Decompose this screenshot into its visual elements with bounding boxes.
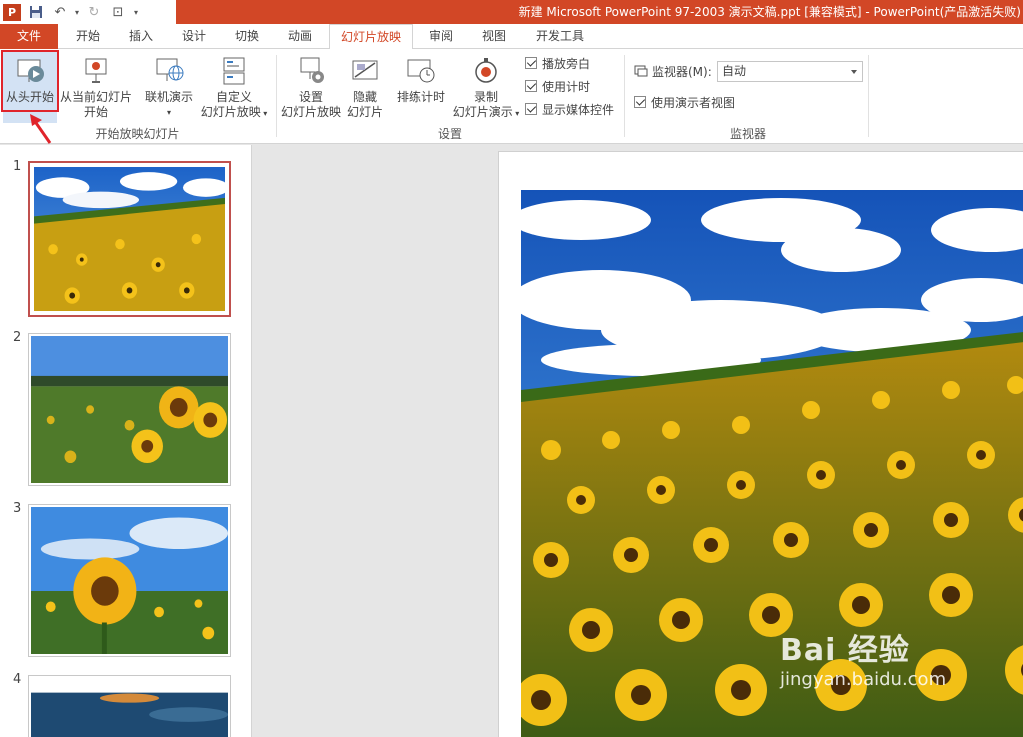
record-slideshow-button[interactable]: 录制 幻灯片演示 ▾ [450, 51, 522, 123]
tab-slideshow[interactable]: 幻灯片放映 [329, 24, 413, 50]
rehearse-timings-label: 排练计时 [396, 90, 445, 104]
quick-access-toolbar: P ↶ ▾ ↻ ⊡ ▾ [0, 0, 142, 24]
hide-slide-label-1: 隐藏 [352, 90, 377, 104]
group-divider [276, 55, 277, 137]
tab-home[interactable]: 开始 [63, 24, 113, 49]
custom-slideshow-icon [218, 55, 250, 87]
setup-slideshow-button[interactable]: 设置 幻灯片放映 [280, 51, 342, 123]
monitor-group-label: 监视器 [729, 127, 766, 141]
setup-slideshow-icon [295, 55, 327, 87]
title-bar: P ↶ ▾ ↻ ⊡ ▾ 新建 Microsoft PowerPoint 97-2… [0, 0, 1023, 24]
setup-slideshow-label-1: 设置 [298, 90, 323, 104]
record-label-1: 录制 [473, 90, 498, 104]
record-label-2: 幻灯片演示 ▾ [452, 105, 520, 119]
play-narrations-checkbox[interactable]: 播放旁白 [525, 54, 590, 72]
custom-slideshow-label-2: 幻灯片放映 ▾ [200, 105, 268, 119]
slide-thumbnail-2[interactable] [28, 333, 231, 486]
record-icon [470, 55, 502, 87]
sunflower-field-image [521, 190, 1023, 737]
monitor-select[interactable]: 自动 [717, 61, 863, 82]
present-online-icon [153, 55, 185, 87]
hide-slide-label-2: 幻灯片 [346, 105, 383, 119]
setup-group-label: 设置 [437, 127, 462, 141]
slideshow-current-icon [80, 55, 112, 87]
checkbox-checked-icon [634, 96, 646, 108]
slide-main-image[interactable] [521, 190, 1023, 737]
tab-developer[interactable]: 开发工具 [522, 24, 598, 49]
save-icon[interactable] [24, 0, 48, 24]
present-online-button[interactable]: 联机演示 ▾ [140, 51, 198, 123]
tab-view[interactable]: 视图 [469, 24, 519, 49]
watermark-brand: Bai 经验 [780, 633, 910, 668]
presenter-view-label: 使用演示者视图 [651, 95, 736, 110]
slide-number: 2 [13, 330, 22, 345]
tab-animations[interactable]: 动画 [275, 24, 325, 49]
slide-thumbnail-1[interactable] [28, 161, 231, 317]
custom-slideshow-label-1: 自定义 [215, 90, 252, 104]
undo-icon[interactable]: ↶ [48, 0, 72, 24]
show-media-controls-checkbox[interactable]: 显示媒体控件 [525, 100, 614, 118]
start-presentation-icon[interactable]: ⊡ [106, 0, 130, 24]
present-online-label: 联机演示 [144, 90, 193, 104]
tab-review[interactable]: 审阅 [416, 24, 466, 49]
group-divider [624, 55, 625, 137]
slide-number: 3 [13, 501, 22, 516]
rehearse-timings-icon [405, 55, 437, 87]
use-timings-label: 使用计时 [542, 79, 591, 94]
slide-number: 4 [13, 672, 22, 687]
monitor-select-value: 自动 [722, 64, 747, 78]
highlight-box [1, 50, 59, 112]
presenter-view-checkbox[interactable]: 使用演示者视图 [634, 93, 735, 111]
from-current-slide-button[interactable]: 从当前幻灯片 开始 [59, 51, 133, 123]
sunflower-field-image [34, 167, 229, 311]
group-divider [868, 55, 869, 137]
slide-thumbnail-4[interactable] [28, 675, 231, 737]
checkbox-checked-icon [525, 80, 537, 92]
setup-slideshow-label-2: 幻灯片放映 [280, 105, 341, 119]
powerpoint-app-icon[interactable]: P [3, 3, 21, 21]
custom-slideshow-button[interactable]: 自定义 幻灯片放映 ▾ [198, 51, 270, 123]
watermark-url: jingyan.baidu.com [780, 669, 947, 690]
ribbon: 从头开始 从当前幻灯片 开始 联机演示 ▾ 自定义 幻灯片放映 ▾ 开始放映幻灯… [0, 49, 1023, 144]
chevron-down-icon: ▾ [166, 108, 171, 117]
checkbox-checked-icon [525, 57, 537, 69]
redo-icon[interactable]: ↻ [82, 0, 106, 24]
sunflower-sky-image [31, 507, 228, 654]
sunset-landscape-image [31, 678, 228, 737]
chevron-down-icon [851, 70, 857, 74]
from-current-label-1: 从当前幻灯片 [59, 90, 132, 104]
undo-dropdown-icon[interactable]: ▾ [72, 0, 82, 24]
hide-slide-icon [349, 55, 381, 87]
play-narrations-label: 播放旁白 [542, 56, 591, 71]
monitor-label-row: 监视器(M): [634, 63, 712, 80]
slide-number: 1 [13, 159, 22, 174]
tab-file[interactable]: 文件 [0, 24, 58, 49]
use-timings-checkbox[interactable]: 使用计时 [525, 77, 590, 95]
rehearse-timings-button[interactable]: 排练计时 [394, 51, 448, 123]
baidu-watermark: Bai 经验 jingyan.baidu.com [780, 625, 946, 690]
tab-insert[interactable]: 插入 [116, 24, 166, 49]
show-media-controls-label: 显示媒体控件 [542, 102, 615, 117]
customize-qat-icon[interactable]: ▾ [130, 0, 142, 24]
slide-thumbnail-3[interactable] [28, 504, 231, 657]
sunflower-closeup-image [31, 336, 228, 483]
monitor-label: 监视器(M): [652, 65, 712, 79]
hide-slide-button[interactable]: 隐藏 幻灯片 [344, 51, 386, 123]
ribbon-tabs: 文件 开始 插入 设计 切换 动画 幻灯片放映 审阅 视图 开发工具 [0, 24, 1023, 50]
annotation-arrow-icon [30, 114, 52, 144]
window-title: 新建 Microsoft PowerPoint 97-2003 演示文稿.ppt… [176, 0, 1023, 24]
tab-design[interactable]: 设计 [169, 24, 219, 49]
tab-transitions[interactable]: 切换 [222, 24, 272, 49]
slide-thumbnail-pane: 1 2 3 4 [0, 145, 252, 737]
checkbox-checked-icon [525, 103, 537, 115]
monitor-icon [634, 65, 648, 77]
from-current-label-2: 开始 [83, 105, 108, 119]
